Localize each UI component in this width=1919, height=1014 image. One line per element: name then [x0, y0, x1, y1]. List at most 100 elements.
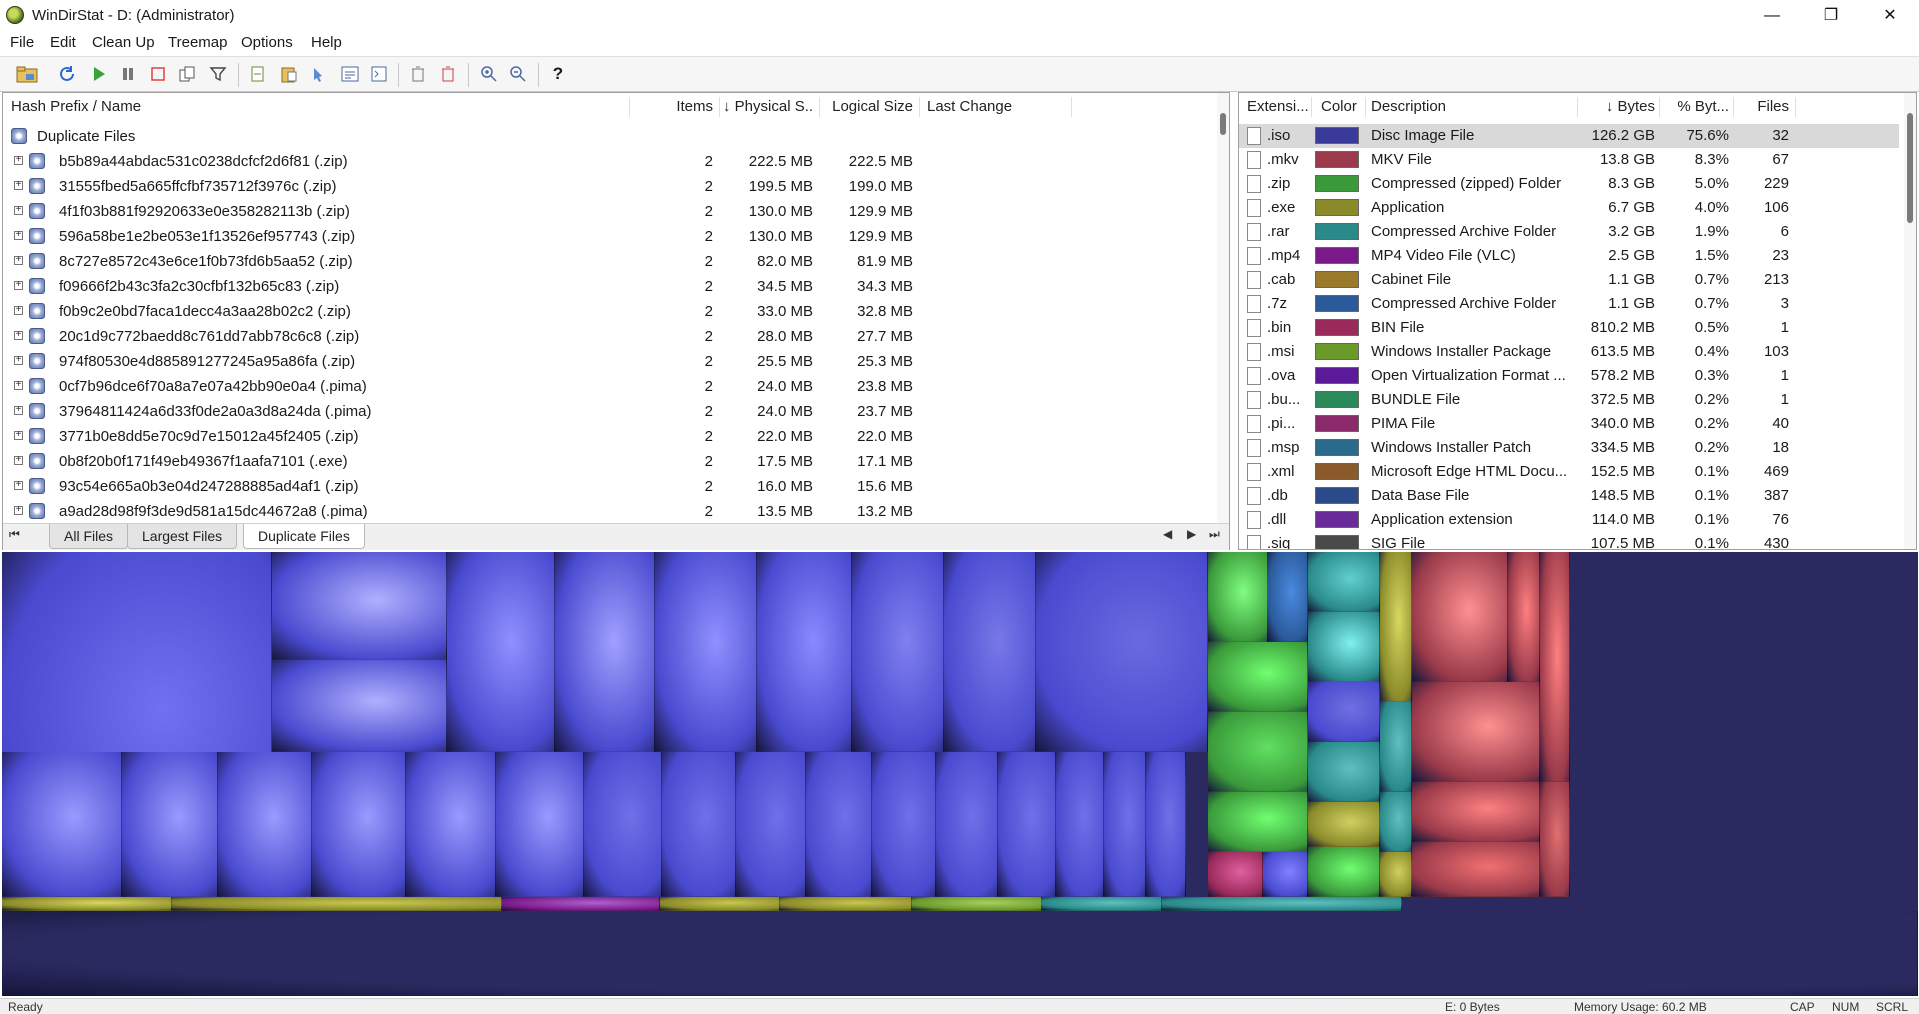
expand-toggle-icon[interactable]: +	[14, 355, 23, 365]
treemap-tile[interactable]	[757, 552, 852, 752]
treemap-tile[interactable]	[1208, 642, 1308, 712]
treemap-tile[interactable]	[655, 552, 757, 752]
treemap-tile[interactable]	[1308, 552, 1380, 612]
menu-options[interactable]: Options	[241, 34, 293, 51]
treemap-tile[interactable]	[1540, 782, 1570, 897]
treemap-tile[interactable]	[1540, 552, 1570, 782]
scrollbar-thumb[interactable]	[1907, 113, 1913, 223]
restore-button[interactable]: ❐	[1803, 0, 1859, 32]
treemap-tile[interactable]	[1412, 682, 1540, 782]
treemap-tile[interactable]	[1380, 552, 1412, 702]
treemap-tile[interactable]	[1146, 752, 1186, 897]
copy-path-icon[interactable]	[174, 61, 200, 87]
filter-icon[interactable]	[205, 61, 231, 87]
expand-toggle-icon[interactable]: +	[14, 455, 23, 465]
treemap-tile[interactable]	[218, 752, 312, 897]
next-page-icon[interactable]: ▶	[1187, 527, 1196, 541]
duplicate-group-row[interactable]: +8c727e8572c43e6ce1f0b73fd6b5aa52 (.zip)…	[3, 249, 1213, 274]
treemap-tile[interactable]	[872, 752, 936, 897]
properties-icon[interactable]	[337, 61, 363, 87]
duplicate-group-row[interactable]: +93c54e665a0b3e04d247288885ad4af1 (.zip)…	[3, 474, 1213, 499]
extension-row[interactable]: .ova Open Virtualization Format ... 578.2 …	[1239, 364, 1899, 388]
column-header-logical-size[interactable]: Logical Size	[823, 93, 913, 121]
treemap-tile[interactable]	[312, 752, 406, 897]
open-folder-icon[interactable]	[14, 61, 40, 87]
open-item-icon[interactable]	[245, 61, 271, 87]
treemap-tile[interactable]	[1412, 552, 1508, 682]
refresh-icon[interactable]	[54, 61, 80, 87]
duplicate-group-row[interactable]: + a9ad28d98f9f3de9d581a15dc44672a8 (.pima…	[3, 499, 1213, 524]
expand-toggle-icon[interactable]: +	[14, 255, 23, 265]
last-page-icon[interactable]: ⏭	[1209, 527, 1220, 542]
tree-root-duplicate-files[interactable]: Duplicate Files	[3, 124, 1213, 149]
treemap-tile[interactable]	[1268, 552, 1308, 642]
extension-row[interactable]: .msi Windows Installer Package 613.5 MB 0.4…	[1239, 340, 1899, 364]
left-vertical-scrollbar[interactable]	[1217, 93, 1229, 523]
pause-icon[interactable]	[115, 61, 141, 87]
treemap-tile[interactable]	[1208, 792, 1308, 852]
treemap-tile[interactable]	[1104, 752, 1146, 897]
menu-edit[interactable]: Edit	[50, 34, 76, 51]
duplicate-group-row[interactable]: +0b8f20b0f171f49eb49367f1aafa7101 (.exe)…	[3, 449, 1213, 474]
treemap-tile[interactable]	[662, 752, 736, 897]
treemap-tile[interactable]	[1308, 682, 1380, 742]
menu-file[interactable]: File	[10, 34, 34, 51]
duplicate-group-row[interactable]: + b5b89a44abdac531c0238dcfcf2d6f81 (.zip)…	[3, 149, 1213, 174]
treemap-tile[interactable]	[1308, 847, 1380, 897]
column-header-color[interactable]: Color	[1321, 93, 1357, 121]
column-header-physical-size[interactable]: ↓ Physical S...	[723, 93, 813, 121]
expand-toggle-icon[interactable]: +	[14, 155, 23, 165]
previous-page-icon[interactable]: ◀	[1163, 527, 1172, 541]
expand-toggle-icon[interactable]: +	[14, 380, 23, 390]
treemap-tile[interactable]	[1380, 792, 1412, 852]
treemap-view[interactable]	[2, 552, 1918, 996]
duplicate-group-row[interactable]: + f09666f2b43c3fa2c30cfbf132b65c83 (.zip)…	[3, 274, 1213, 299]
tab-largest-files[interactable]: Largest Files	[127, 524, 238, 549]
extension-row[interactable]: .bu... BUNDLE File 372.5 MB 0.2% 1	[1239, 388, 1899, 412]
expand-toggle-icon[interactable]: +	[14, 330, 23, 340]
duplicate-group-row[interactable]: + f0b9c2e0bd7faca1decc4a3aa28b02c2 (.zip)…	[3, 299, 1213, 324]
expand-toggle-icon[interactable]: +	[14, 480, 23, 490]
zoom-in-icon[interactable]	[476, 61, 502, 87]
command-prompt-icon[interactable]	[366, 61, 392, 87]
treemap-tile[interactable]	[780, 897, 912, 911]
extension-row[interactable]: .dll Application extension 114.0 MB 0.1% 76	[1239, 508, 1899, 532]
duplicate-group-row[interactable]: +4f1f03b881f92920633e0e358282113b (.zip)…	[3, 199, 1213, 224]
first-page-icon[interactable]: ⏮	[9, 527, 20, 542]
expand-toggle-icon[interactable]: +	[14, 305, 23, 315]
treemap-tile[interactable]	[2, 752, 122, 897]
treemap-tile[interactable]	[172, 897, 502, 911]
expand-toggle-icon[interactable]: +	[14, 505, 23, 515]
treemap-tile[interactable]	[736, 752, 806, 897]
treemap-tile[interactable]	[496, 752, 584, 897]
treemap-tile[interactable]	[2, 897, 172, 911]
treemap-tile[interactable]	[936, 752, 998, 897]
menu-treemap[interactable]: Treemap	[168, 34, 227, 51]
minimize-button[interactable]: —	[1744, 0, 1800, 32]
column-header-last-change[interactable]: Last Change	[927, 93, 1067, 121]
extension-row[interactable]: .sig SIG File 107.5 MB 0.1% 430	[1239, 532, 1899, 549]
treemap-tile[interactable]	[998, 752, 1056, 897]
extension-row[interactable]: .xml Microsoft Edge HTML Docu... 152.5 MB 0…	[1239, 460, 1899, 484]
treemap-tile[interactable]	[1380, 702, 1412, 792]
duplicate-group-row[interactable]: +20c1d9c772baedd8c761dd7abb78c6c8 (.zip)…	[3, 324, 1213, 349]
stop-icon[interactable]	[145, 61, 171, 87]
column-header-percent-bytes[interactable]: % Byt...	[1663, 93, 1729, 121]
treemap-tile[interactable]	[1208, 552, 1268, 642]
column-header-name[interactable]: Hash Prefix / Name	[11, 93, 611, 121]
expand-toggle-icon[interactable]: +	[14, 405, 23, 415]
treemap-tile[interactable]	[1308, 612, 1380, 682]
treemap-tile[interactable]	[1208, 852, 1263, 897]
treemap-tile[interactable]	[1263, 852, 1308, 897]
menu-clean-up[interactable]: Clean Up	[92, 34, 155, 51]
treemap-tile[interactable]	[1036, 552, 1208, 752]
treemap-tile[interactable]	[2, 911, 1918, 996]
treemap-tile[interactable]	[1412, 842, 1540, 897]
duplicate-group-row[interactable]: +974f80530e4d885891277245a95a86fa (.zip)…	[3, 349, 1213, 374]
treemap-tile[interactable]	[660, 897, 780, 911]
treemap-tile[interactable]	[912, 897, 1042, 911]
duplicate-group-row[interactable]: +37964811424a6d33f0de2a0a3d8a24da (.pima…	[3, 399, 1213, 424]
extension-row[interactable]: .cab Cabinet File 1.1 GB 0.7% 213	[1239, 268, 1899, 292]
treemap-tile[interactable]	[406, 752, 496, 897]
treemap-tile[interactable]	[1208, 712, 1308, 792]
